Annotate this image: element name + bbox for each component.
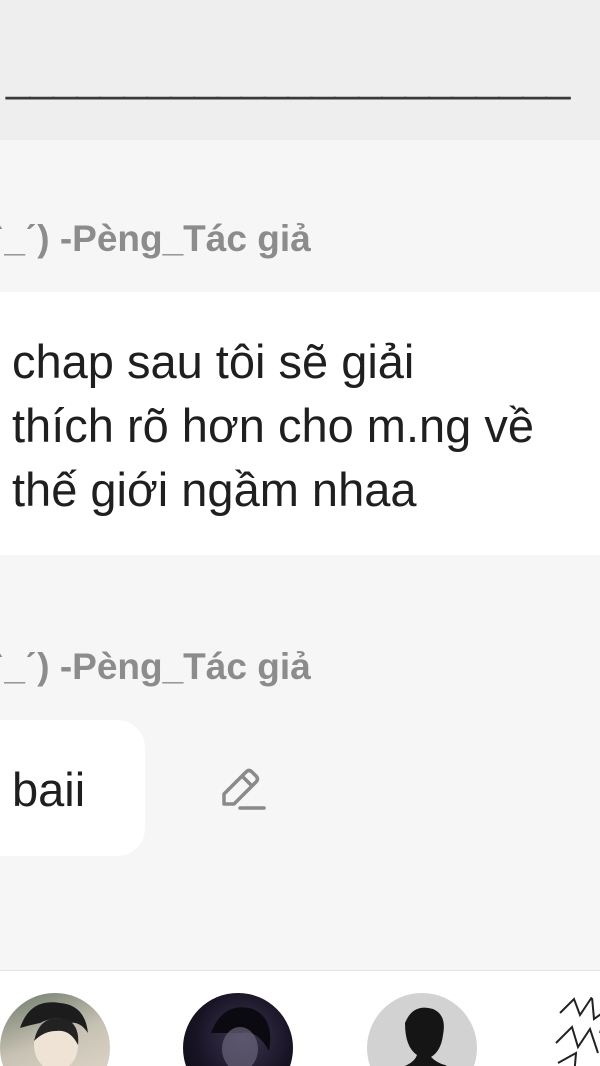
author-label-1[interactable]: ˋ_ˊ) -Pèng_Tác giả — [0, 218, 311, 260]
message-line-2: thích rõ hơn cho m.ng về — [12, 399, 534, 452]
avatar-strip — [0, 970, 600, 1066]
pencil-edit-icon[interactable] — [216, 764, 266, 814]
divider-underline-text: ________________________ — [6, 52, 570, 101]
message-line-3: thế giới ngầm nhaa — [12, 463, 417, 516]
message-line-1: chap sau tôi sẽ giải — [12, 335, 415, 388]
reply-text: baii — [12, 763, 86, 816]
avatar-4[interactable] — [550, 993, 600, 1066]
avatar-2[interactable] — [183, 993, 293, 1066]
avatar-1[interactable] — [0, 993, 110, 1066]
reply-bubble[interactable]: baii — [0, 720, 145, 856]
message-card[interactable]: chap sau tôi sẽ giải thích rõ hơn cho m.… — [0, 292, 600, 555]
comment-thread-screen: ________________________ ˋ_ˊ) -Pèng_Tác … — [0, 0, 600, 1066]
top-divider-band: ________________________ — [0, 0, 600, 140]
author-label-2[interactable]: ˋ_ˊ) -Pèng_Tác giả — [0, 646, 311, 688]
avatar-3[interactable] — [367, 993, 477, 1066]
